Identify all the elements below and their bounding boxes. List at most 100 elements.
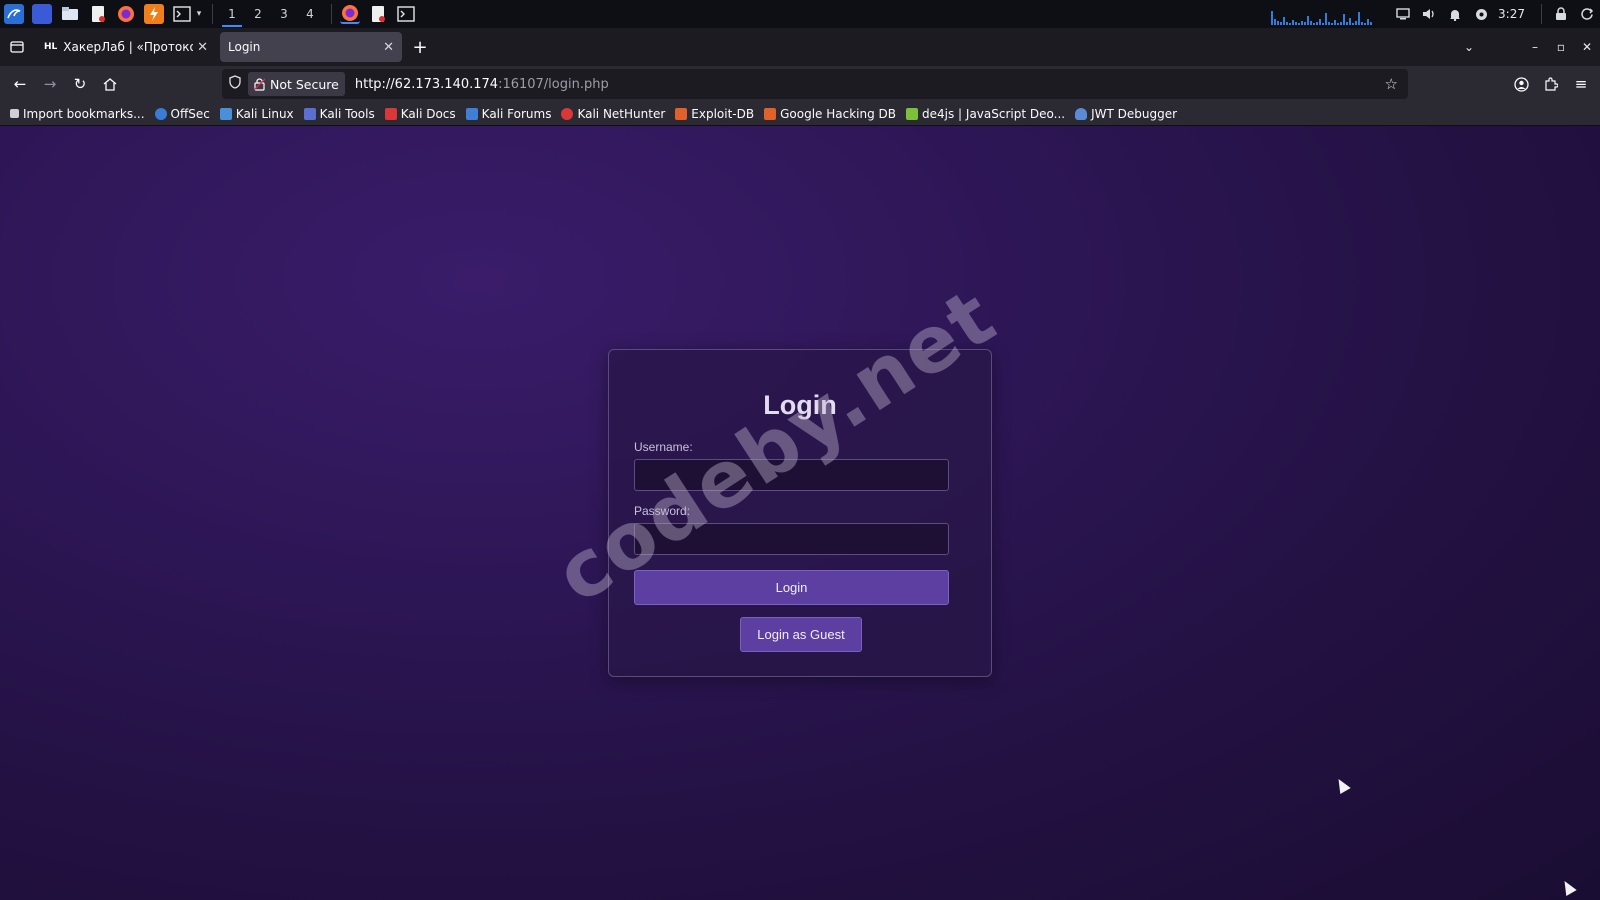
- bookmark-kali-docs[interactable]: Kali Docs: [384, 106, 456, 121]
- status-circle-icon[interactable]: [1468, 0, 1494, 28]
- login-button[interactable]: Login: [634, 570, 949, 605]
- display-icon[interactable]: [1390, 0, 1416, 28]
- burpsuite-icon[interactable]: [144, 4, 164, 24]
- desktop-icon[interactable]: [32, 4, 52, 24]
- account-icon[interactable]: [1506, 69, 1536, 99]
- hackerlab-favicon-icon: HL: [44, 42, 58, 52]
- browser-tab-strip: HL ХакерЛаб | «Протокол "З ✕ Login ✕ + ⌄…: [0, 28, 1600, 66]
- lock-warning-icon: [254, 77, 265, 91]
- bookmark-de4js[interactable]: de4js | JavaScript Deo...: [906, 107, 1065, 121]
- login-as-guest-button[interactable]: Login as Guest: [740, 617, 862, 652]
- password-label: Password:: [634, 504, 691, 518]
- bookmark-kali-linux[interactable]: Kali Linux: [219, 106, 294, 121]
- file-manager-icon[interactable]: [60, 4, 80, 24]
- firefox-window-icon[interactable]: [340, 4, 360, 24]
- tab-overview-icon[interactable]: [2, 32, 32, 62]
- bookmark-label: Import bookmarks...: [23, 106, 145, 121]
- bookmark-import[interactable]: Import bookmarks...: [10, 107, 145, 121]
- chevron-down-icon[interactable]: ▾: [194, 4, 204, 24]
- terminal-window-icon[interactable]: [396, 4, 416, 24]
- bookmark-kali-forums[interactable]: Kali Forums: [465, 106, 552, 121]
- close-icon[interactable]: ✕: [197, 40, 208, 55]
- tab-hackerlab[interactable]: HL ХакерЛаб | «Протокол "З ✕: [36, 32, 216, 62]
- workspace-4[interactable]: 4: [297, 1, 323, 27]
- password-field[interactable]: [634, 523, 949, 555]
- tab-login[interactable]: Login ✕: [220, 32, 402, 62]
- workspace-3[interactable]: 3: [271, 1, 297, 27]
- page-title: Login: [763, 390, 837, 420]
- mouse-cursor-icon: [1559, 877, 1577, 897]
- terminal-icon[interactable]: [172, 4, 192, 24]
- jwt-icon: [1075, 107, 1088, 120]
- exploitdb-icon: [675, 107, 688, 120]
- bookmark-label: Kali Linux: [235, 106, 294, 121]
- bookmark-kali-nethunter[interactable]: Kali NetHunter: [561, 107, 665, 121]
- de4js-icon: [906, 107, 919, 120]
- forward-arrow-icon[interactable]: →: [35, 69, 65, 99]
- bookmark-jwt-debugger[interactable]: JWT Debugger: [1075, 107, 1177, 121]
- bookmark-kali-tools[interactable]: Kali Tools: [303, 107, 375, 121]
- browser-nav-bar: ← → ↻ Not Secure http://62.173.140.174:1…: [0, 66, 1600, 102]
- hamburger-menu-icon[interactable]: ≡: [1566, 69, 1596, 99]
- reload-icon[interactable]: ↻: [65, 69, 95, 99]
- bookmark-label: Kali Forums: [481, 106, 552, 121]
- bookmark-label: JWT Debugger: [1091, 106, 1178, 121]
- bookmark-offsec[interactable]: OffSec: [154, 106, 210, 121]
- kali-forums-icon: [465, 107, 478, 120]
- maximize-icon[interactable]: ▫: [1548, 40, 1574, 54]
- os-taskbar: ▾ 1 2 3 4 3:27: [0, 0, 1600, 28]
- ghdb-icon: [764, 107, 777, 120]
- bookmark-label: Kali Docs: [400, 106, 456, 121]
- login-card: Login Username: Password: Login Login as…: [608, 349, 992, 677]
- list-all-tabs-icon[interactable]: ⌄: [1456, 40, 1482, 54]
- window-close-icon[interactable]: ✕: [1574, 40, 1600, 54]
- notification-bell-icon[interactable]: [1442, 0, 1468, 28]
- bookmark-label: de4js | JavaScript Deo...: [922, 106, 1066, 121]
- back-arrow-icon[interactable]: ←: [5, 69, 35, 99]
- taskbar-separator: [1541, 4, 1542, 24]
- tab-title: Login: [228, 40, 261, 54]
- minimize-icon[interactable]: –: [1522, 40, 1548, 54]
- home-icon[interactable]: [95, 69, 125, 99]
- kali-icon: [219, 107, 232, 120]
- nethunter-icon: [561, 107, 574, 120]
- bookmark-label: Exploit-DB: [691, 106, 755, 121]
- close-icon[interactable]: ✕: [383, 40, 394, 55]
- cpu-usage-graph: [1271, 3, 1376, 25]
- kali-menu-icon[interactable]: [4, 4, 24, 24]
- workspace-2[interactable]: 2: [245, 1, 271, 27]
- text-editor-icon[interactable]: [88, 4, 108, 24]
- workspace-1[interactable]: 1: [219, 1, 245, 27]
- bookmark-label: OffSec: [170, 106, 210, 121]
- bookmark-label: Kali NetHunter: [577, 106, 666, 121]
- bookmark-star-icon[interactable]: ☆: [1385, 75, 1398, 93]
- firefox-icon[interactable]: [116, 4, 136, 24]
- taskbar-separator: [212, 4, 213, 24]
- kali-tools-icon: [303, 107, 316, 120]
- lock-icon[interactable]: [1548, 0, 1574, 28]
- editor-window-icon[interactable]: [368, 4, 388, 24]
- import-icon: [10, 109, 19, 118]
- bookmark-google-hacking-db[interactable]: Google Hacking DB: [764, 107, 896, 121]
- kali-docs-icon: [384, 107, 397, 120]
- offsec-icon: [154, 107, 167, 120]
- username-label: Username:: [634, 440, 693, 454]
- extensions-icon[interactable]: [1536, 69, 1566, 99]
- username-field[interactable]: [634, 459, 949, 491]
- bookmark-exploit-db[interactable]: Exploit-DB: [675, 107, 754, 121]
- taskbar-separator: [331, 4, 332, 24]
- mouse-cursor-icon: [1333, 775, 1351, 795]
- url-path: :16107/login.php: [498, 76, 609, 92]
- logout-icon[interactable]: [1574, 0, 1600, 28]
- not-secure-label: Not Secure: [270, 76, 339, 92]
- clock[interactable]: 3:27: [1498, 7, 1525, 21]
- volume-icon[interactable]: [1416, 0, 1442, 28]
- url-text[interactable]: http://62.173.140.174:16107/login.php: [355, 77, 609, 92]
- plus-icon[interactable]: +: [406, 33, 434, 61]
- shield-icon[interactable]: [222, 75, 248, 93]
- bookmark-label: Google Hacking DB: [780, 106, 897, 121]
- not-secure-badge[interactable]: Not Secure: [248, 72, 345, 96]
- page-content: Login Username: Password: Login Login as…: [0, 126, 1600, 900]
- url-bar[interactable]: Not Secure http://62.173.140.174:16107/l…: [222, 69, 1408, 99]
- bookmarks-toolbar: Import bookmarks... OffSec Kali Linux Ka…: [0, 102, 1600, 126]
